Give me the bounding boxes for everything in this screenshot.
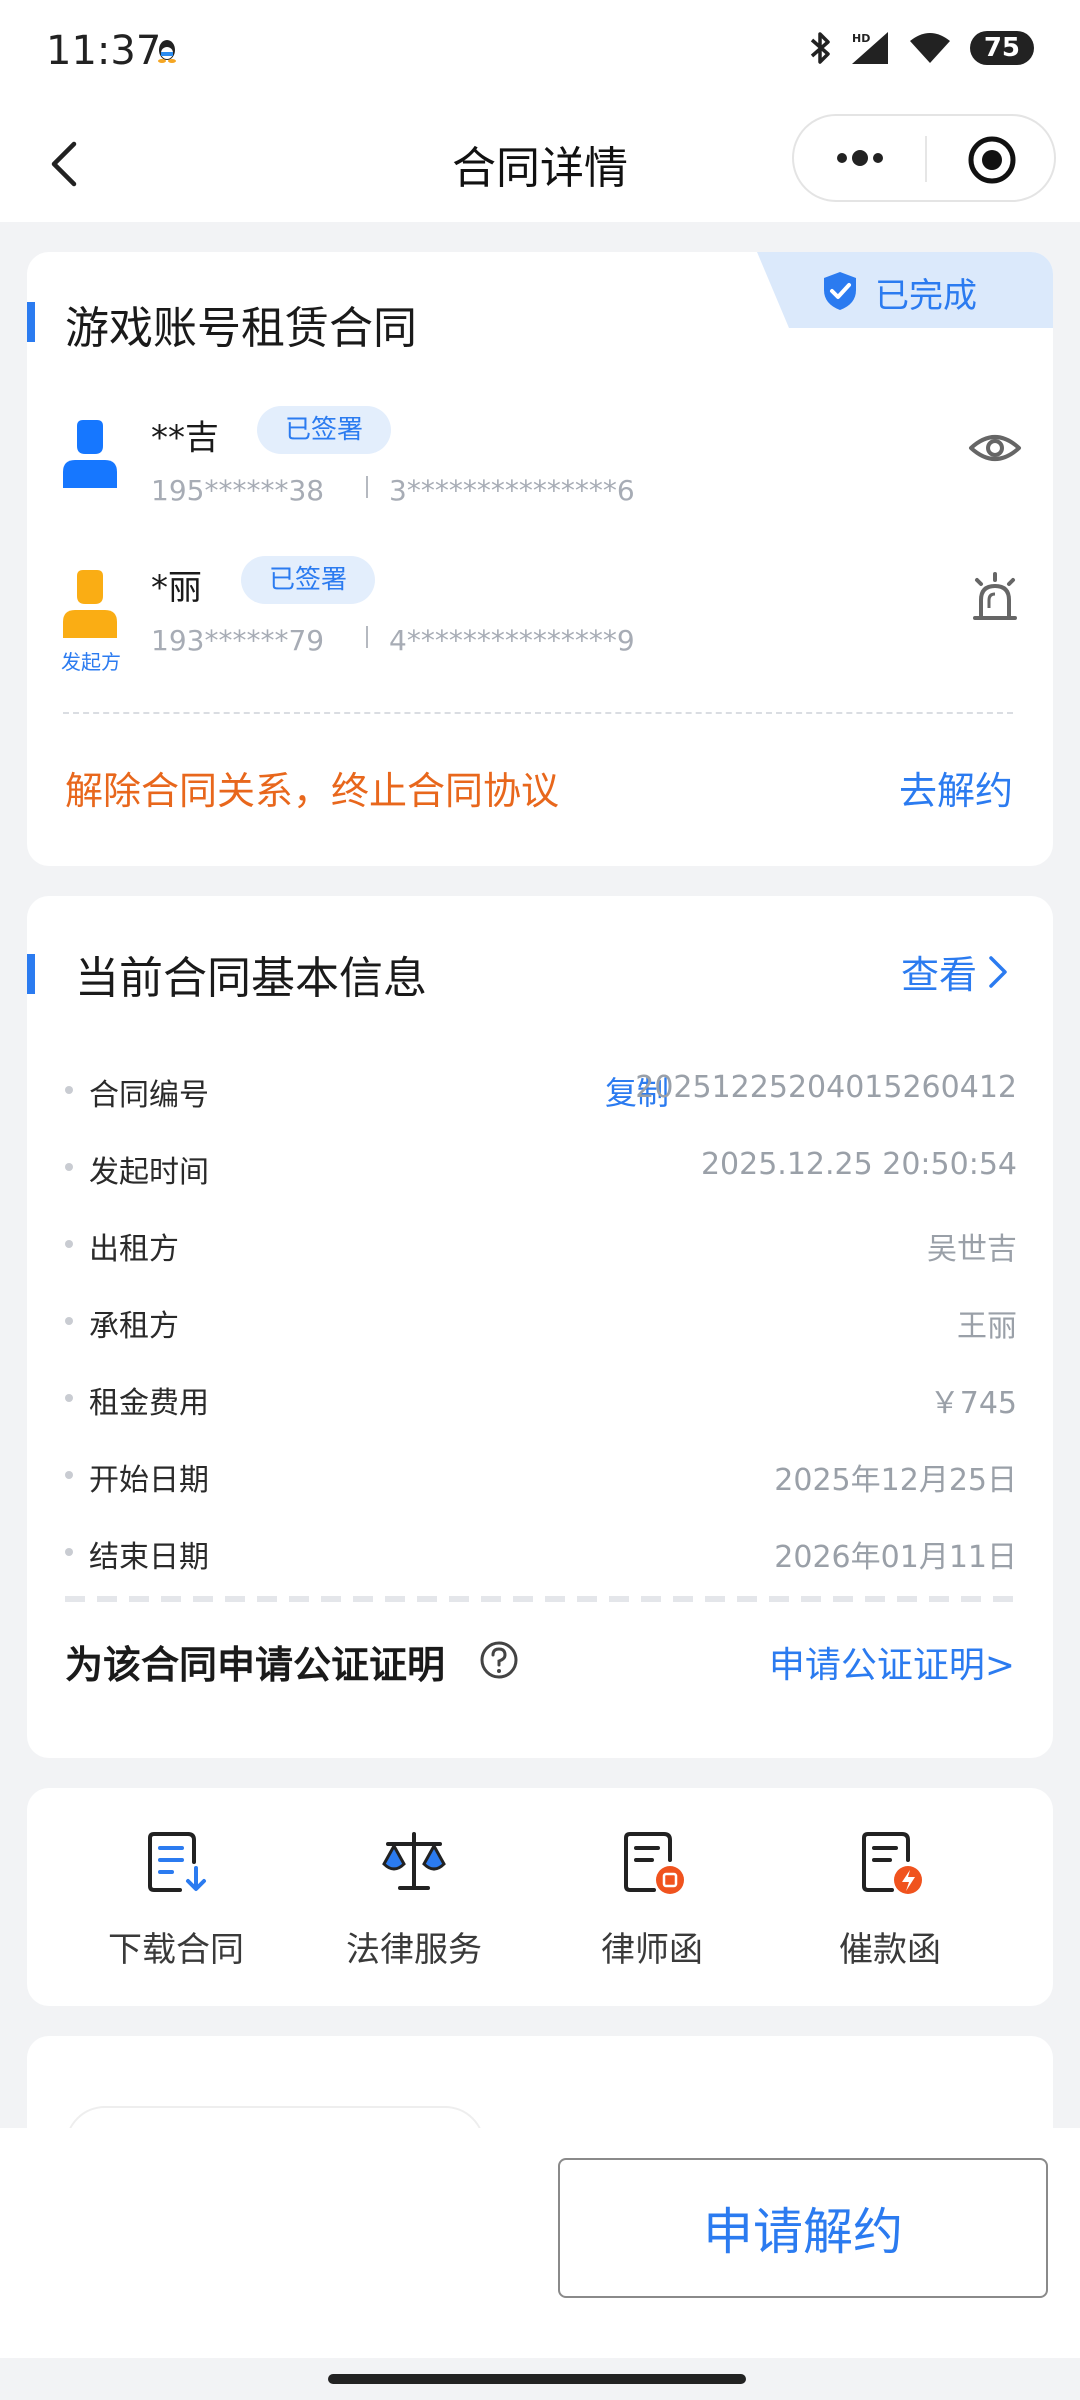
party-id: 3***************6 (389, 474, 635, 507)
divider (63, 712, 1013, 714)
nav-bar: 合同详情 (0, 106, 1080, 222)
party-lessee: 发起方 *丽 已签署 193******79 4***************9 (61, 556, 1023, 674)
bullet (65, 1086, 73, 1094)
info-label: 租金费用 (89, 1386, 209, 1421)
party-phone: 193******79 (151, 624, 325, 657)
home-indicator[interactable] (328, 2374, 746, 2384)
info-label: 开始日期 (89, 1463, 209, 1498)
info-row-contract-no: 合同编号 复制 20251225204015260412 (65, 1064, 1017, 1114)
party-name: **吉 (151, 418, 219, 458)
apply-terminate-button[interactable]: 申请解约 (558, 2158, 1048, 2298)
info-value: 20251225204015260412 (635, 1070, 1017, 1105)
status-bar: 11:37 HD 75 (0, 0, 1080, 106)
info-value: 吴世吉 (927, 1232, 1017, 1267)
signed-tag: 已签署 (241, 556, 376, 604)
service-label: 律师函 (601, 1930, 703, 1970)
services-card: 下载合同 法律服务 律师函 催款函 (27, 1788, 1053, 2006)
info-row-end-date: 结束日期 2026年01月11日 (65, 1526, 1017, 1576)
info-row-lessee: 承租方 王丽 (65, 1295, 1017, 1345)
title-accent-bar (27, 954, 35, 994)
signed-tag: 已签署 (257, 406, 392, 454)
divider (65, 1596, 1017, 1602)
info-label: 结束日期 (89, 1540, 209, 1575)
info-label: 发起时间 (89, 1155, 209, 1190)
eye-icon[interactable] (967, 420, 1023, 476)
party-lessor: **吉 已签署 195******38 3***************6 (63, 406, 1023, 520)
qq-icon (158, 40, 176, 63)
party-id: 4***************9 (389, 624, 635, 657)
bullet (65, 1317, 73, 1325)
info-value: 2025.12.25 20:50:54 (700, 1147, 1017, 1182)
view-link[interactable]: 查看 (901, 944, 1009, 999)
service-legal[interactable]: 法律服务 (295, 1828, 533, 1971)
info-row-lessor: 出租方 吴世吉 (65, 1218, 1017, 1268)
basic-info-card: 当前合同基本信息 查看 合同编号 复制 20251225204015260412… (27, 896, 1053, 1758)
info-label: 出租方 (89, 1232, 179, 1267)
status-time: 11:37 (46, 28, 162, 74)
basic-info-title: 当前合同基本信息 (75, 953, 427, 1004)
info-label: 合同编号 (89, 1078, 209, 1113)
service-label: 催款函 (839, 1930, 941, 1970)
party-name: *丽 (151, 568, 202, 608)
battery-icon: 75 (969, 31, 1034, 65)
service-label: 下载合同 (108, 1930, 244, 1970)
info-value: 2025年12月25日 (774, 1463, 1017, 1498)
lawyer-letter-icon (624, 1832, 684, 1894)
info-row-start-time: 发起时间 2025.12.25 20:50:54 (65, 1141, 1017, 1191)
notary-title: 为该合同申请公证证明 (65, 1643, 446, 1687)
person-avatar-icon (63, 570, 117, 638)
more-icon[interactable] (830, 136, 890, 180)
service-collection-letter[interactable]: 催款函 (771, 1828, 1009, 1971)
info-label: 承租方 (89, 1309, 179, 1344)
party-phone: 195******38 (151, 474, 325, 507)
bullet (65, 1163, 73, 1171)
hd-signal-icon: HD (851, 32, 888, 64)
close-circle-icon[interactable] (966, 134, 1018, 186)
svg-text:HD: HD (852, 32, 870, 45)
alarm-icon[interactable] (967, 570, 1023, 626)
person-avatar-icon (63, 420, 117, 488)
info-value: 王丽 (957, 1309, 1017, 1344)
status-text: 已完成 (875, 276, 977, 316)
info-row-rent: 租金费用 ￥745 (65, 1372, 1017, 1422)
title-accent-bar (27, 302, 35, 342)
bullet (65, 1471, 73, 1479)
service-lawyer-letter[interactable]: 律师函 (533, 1828, 771, 1971)
contract-card: 游戏账号租赁合同 已完成 **吉 已签署 195******38 3******… (27, 252, 1053, 866)
status-badge: 已完成 (757, 252, 1053, 328)
terminate-prompt: 解除合同关系，终止合同协议 (65, 769, 560, 813)
bottom-action-bar: 申请解约 (0, 2128, 1080, 2358)
info-row-start-date: 开始日期 2025年12月25日 (65, 1449, 1017, 1499)
apply-notary-link[interactable]: 申请公证证明> (769, 1636, 1015, 1688)
bullet (65, 1548, 73, 1556)
download-contract-icon (148, 1832, 206, 1892)
view-link-label: 查看 (900, 953, 977, 997)
collection-letter-icon (862, 1832, 922, 1894)
status-icons: HD 75 (808, 30, 1034, 66)
terminate-link[interactable]: 去解约 (899, 760, 1013, 815)
bullet (65, 1394, 73, 1402)
service-download-contract[interactable]: 下载合同 (57, 1828, 295, 1971)
mini-program-capsule (792, 114, 1056, 202)
bullet (65, 1240, 73, 1248)
capsule-divider (925, 136, 927, 182)
shield-check-icon (824, 272, 856, 310)
help-icon[interactable] (479, 1640, 519, 1680)
initiator-label: 发起方 (61, 650, 121, 674)
bluetooth-icon (810, 32, 830, 64)
info-value: ￥745 (929, 1386, 1017, 1421)
contract-title: 游戏账号租赁合同 (65, 303, 417, 354)
separator (366, 476, 368, 498)
service-label: 法律服务 (346, 1930, 482, 1970)
info-value: 2026年01月11日 (774, 1540, 1017, 1575)
chevron-right-icon (989, 955, 1007, 988)
legal-scale-icon (382, 1832, 446, 1890)
separator (366, 626, 368, 648)
wifi-icon (909, 33, 950, 63)
